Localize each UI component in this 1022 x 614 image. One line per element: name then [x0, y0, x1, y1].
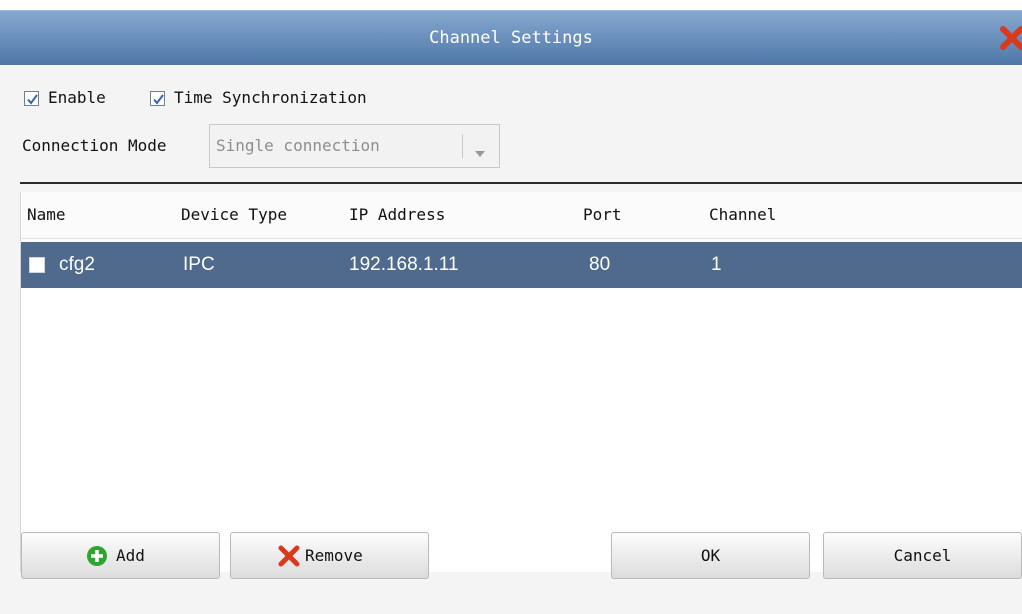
- add-button-label: Add: [116, 546, 145, 565]
- column-header-device-type[interactable]: Device Type: [181, 205, 287, 224]
- chevron-down-icon: [474, 143, 486, 162]
- dialog-title: Channel Settings: [429, 28, 593, 48]
- cell-device-type: IPC: [183, 254, 215, 275]
- add-button[interactable]: Add: [21, 532, 220, 579]
- column-header-name[interactable]: Name: [27, 205, 66, 224]
- cell-port: 80: [589, 254, 611, 275]
- connection-mode-value: Single connection: [216, 136, 380, 155]
- enable-label: Enable: [48, 88, 106, 107]
- cancel-button[interactable]: Cancel: [823, 532, 1022, 579]
- column-header-port[interactable]: Port: [583, 205, 622, 224]
- remove-icon: [278, 545, 300, 571]
- dialog-titlebar: Channel Settings: [0, 10, 1022, 66]
- remove-button[interactable]: Remove: [230, 532, 429, 579]
- cell-channel: 1: [711, 254, 722, 275]
- remove-button-label: Remove: [305, 546, 363, 565]
- enable-checkbox[interactable]: [24, 91, 39, 106]
- connection-mode-select[interactable]: Single connection: [209, 124, 500, 168]
- ok-button-label: OK: [700, 546, 721, 565]
- table-header: Name Device Type IP Address Port Channel: [21, 192, 1022, 239]
- add-icon: [86, 545, 108, 571]
- time-sync-checkbox[interactable]: [150, 91, 165, 106]
- ok-button[interactable]: OK: [611, 532, 810, 579]
- time-sync-label: Time Synchronization: [174, 88, 367, 107]
- connection-mode-label: Connection Mode: [22, 136, 167, 155]
- column-header-ip-address[interactable]: IP Address: [349, 205, 445, 224]
- section-divider: [20, 182, 1022, 184]
- channel-table: Name Device Type IP Address Port Channel…: [20, 192, 1022, 572]
- column-header-channel[interactable]: Channel: [709, 205, 776, 224]
- dialog-body: Enable Time Synchronization Connection M…: [0, 65, 1022, 614]
- table-row[interactable]: cfg2 IPC 192.168.1.11 80 1: [21, 242, 1022, 288]
- cell-ip-address: 192.168.1.11: [349, 254, 459, 275]
- select-separator: [462, 134, 463, 158]
- cell-name: cfg2: [59, 254, 95, 275]
- cancel-button-label: Cancel: [893, 546, 952, 565]
- close-icon[interactable]: [998, 24, 1022, 52]
- row-checkbox[interactable]: [29, 257, 45, 273]
